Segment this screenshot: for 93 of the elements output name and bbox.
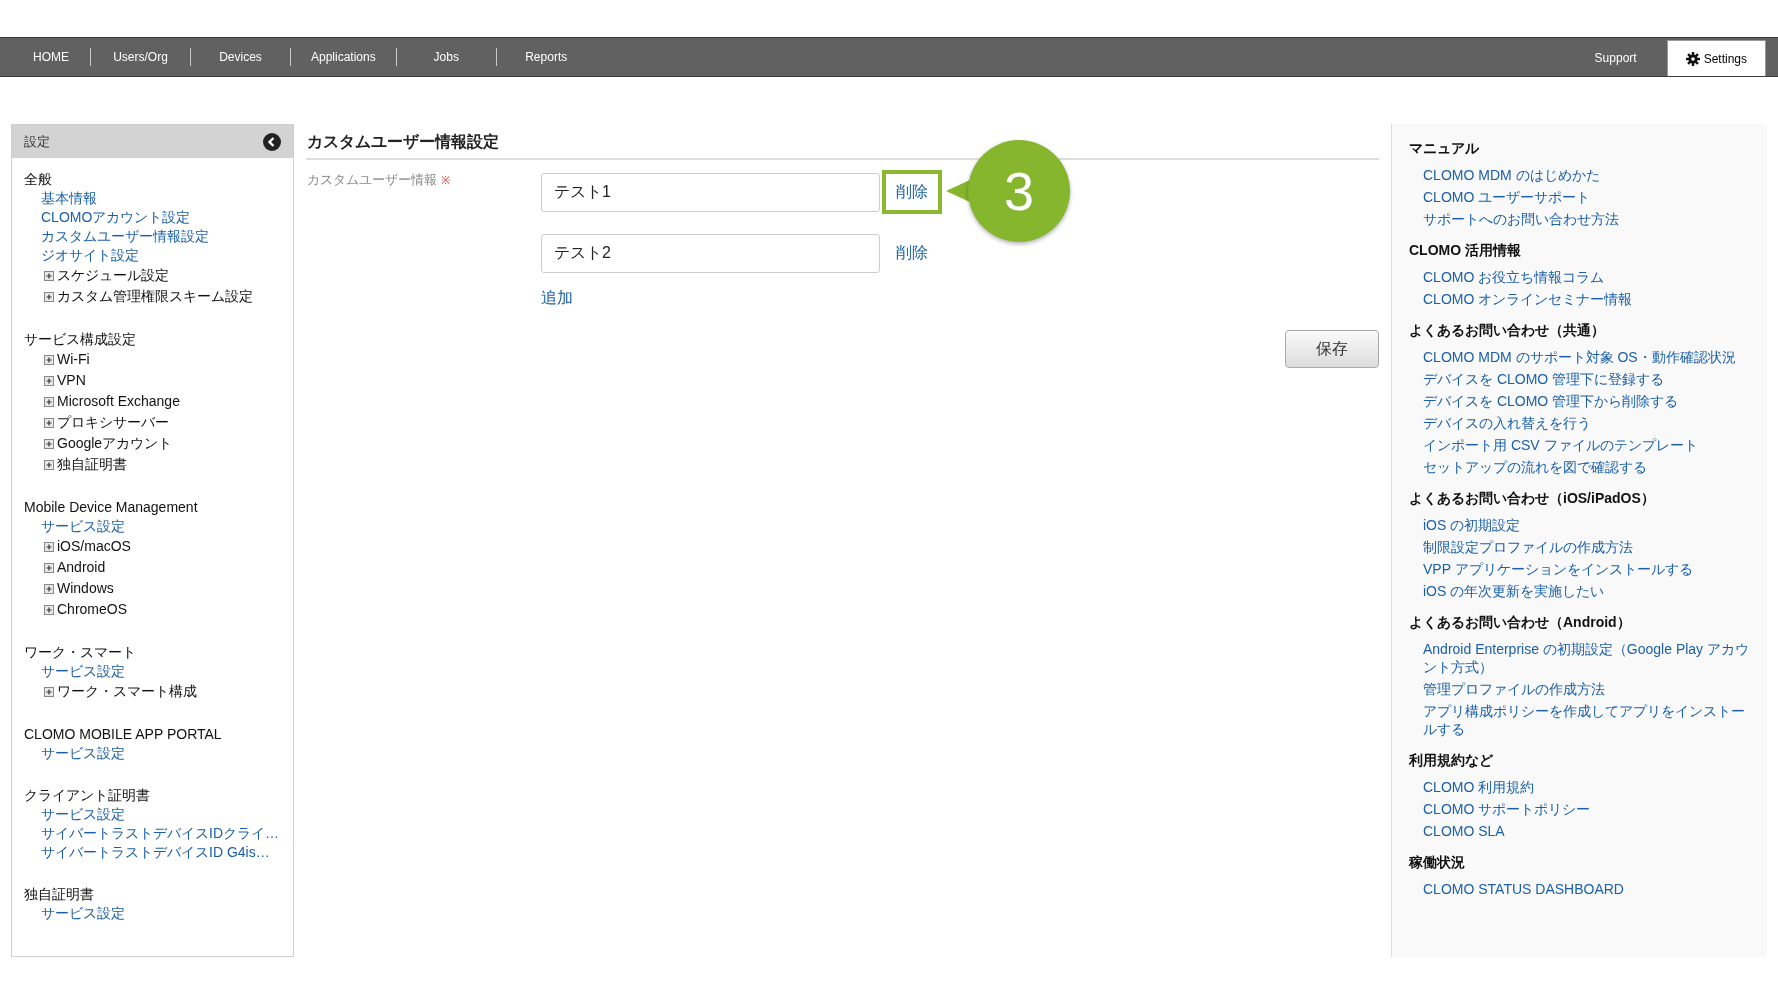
sidebar-item[interactable]: Windows [57,579,114,598]
delete-link[interactable]: 削除 [882,170,942,214]
sidebar-item[interactable]: スケジュール設定 [57,266,169,285]
field-label: カスタムユーザー情報 [307,172,437,187]
text-input[interactable]: テスト1 [541,172,880,212]
help-link[interactable]: CLOMO MDM のはじめかた [1423,166,1753,184]
expand-icon[interactable] [44,396,54,407]
expand-icon[interactable] [44,686,54,697]
nav-tab[interactable]: HOME [12,48,90,66]
help-link[interactable]: CLOMO オンラインセミナー情報 [1423,290,1753,308]
section-heading: 全般 [24,170,53,189]
help-link[interactable]: デバイスの入れ替えを行う [1423,414,1753,432]
expand-icon[interactable] [44,604,54,615]
expand-icon[interactable] [44,291,54,302]
section-heading: 利用規約など [1409,751,1494,770]
section-heading: サービス構成設定 [24,330,137,349]
sidebar-item[interactable]: VPN [57,371,86,390]
help-link[interactable]: CLOMO ユーザーサポート [1423,188,1753,206]
sidebar-item[interactable]: Googleアカウント [57,434,173,453]
section-heading: Mobile Device Management [24,498,199,517]
section-heading: マニュアル [1409,139,1480,158]
sidebar-item[interactable]: Wi-Fi [57,350,90,369]
section-heading: 稼働状況 [1409,853,1466,872]
section-heading: クライアント証明書 [24,786,151,805]
nav-tab[interactable]: Support [1576,40,1655,76]
sidebar-link[interactable]: サイバートラストデバイスIDクライ… [41,825,279,841]
nav-tab[interactable]: Devices [191,48,290,66]
section-heading: ワーク・スマート [24,643,137,662]
expand-icon[interactable] [44,583,54,594]
section-heading: よくあるお問い合わせ（共通） [1409,321,1606,340]
sidebar-link[interactable]: サービス設定 [41,663,125,679]
sidebar-link[interactable]: サイバートラストデバイスID G4is… [41,844,270,860]
sidebar-link[interactable]: CLOMOアカウント設定 [41,209,191,225]
nav-tab[interactable]: Settings [1666,40,1766,76]
help-link[interactable]: VPP アプリケーションをインストールする [1423,560,1753,578]
help-link[interactable]: CLOMO 利用規約 [1423,778,1753,796]
help-link[interactable]: CLOMO MDM のサポート対象 OS・動作確認状況 [1423,348,1753,366]
help-link[interactable]: セットアップの流れを図で確認する [1423,458,1753,476]
expand-icon[interactable] [44,417,54,428]
help-link[interactable]: インポート用 CSV ファイルのテンプレート [1423,436,1753,454]
sidebar-item[interactable]: iOS/macOS [57,537,131,556]
help-link[interactable]: CLOMO STATUS DASHBOARD [1423,880,1753,898]
sidebar-link[interactable]: 基本情報 [41,190,97,206]
sidebar-link[interactable]: サービス設定 [41,905,125,921]
text-input[interactable]: テスト2 [541,233,880,273]
sidebar-item[interactable]: Microsoft Exchange [57,392,180,411]
save-button[interactable]: 保存 [1285,330,1379,368]
settings-icon [1685,51,1700,66]
section-heading: よくあるお問い合わせ（Android） [1409,613,1632,632]
sidebar-item[interactable]: カスタム管理権限スキーム設定 [57,287,253,306]
expand-icon[interactable] [44,541,54,552]
sidebar-title: 設定 [24,132,50,151]
help-link[interactable]: iOS の初期設定 [1423,516,1753,534]
help-link[interactable]: CLOMO お役立ち情報コラム [1423,268,1753,286]
sidebar-item[interactable]: プロキシサーバー [57,413,169,432]
required-mark: ※ [440,174,450,186]
help-link[interactable]: デバイスを CLOMO 管理下に登録する [1423,370,1753,388]
help-link[interactable]: デバイスを CLOMO 管理下から削除する [1423,392,1753,410]
help-link[interactable]: 管理プロファイルの作成方法 [1423,680,1753,698]
help-link[interactable]: サポートへのお問い合わせ方法 [1423,210,1753,228]
help-link[interactable]: Android Enterprise の初期設定（Google Play アカウント方式） [1423,640,1753,676]
sidebar-link[interactable]: サービス設定 [41,745,125,761]
section-heading: 独自証明書 [24,885,95,904]
sidebar-link[interactable]: サービス設定 [41,518,125,534]
add-link[interactable]: 追加 [541,289,573,306]
section-heading: CLOMO MOBILE APP PORTAL [24,725,223,744]
expand-icon[interactable] [44,354,54,365]
sidebar-item[interactable]: ChromeOS [57,600,128,619]
sidebar-link[interactable]: ジオサイト設定 [41,247,139,263]
help-link[interactable]: 制限設定プロファイルの作成方法 [1423,538,1753,556]
sidebar-item[interactable]: ワーク・スマート構成 [57,682,197,701]
help-link[interactable]: CLOMO SLA [1423,822,1753,840]
help-link[interactable]: アプリ構成ポリシーを作成してアプリをインストールする [1423,702,1753,738]
section-heading: よくあるお問い合わせ（iOS/iPadOS） [1409,489,1656,508]
nav-tab[interactable]: Jobs [396,48,496,66]
help-link[interactable]: iOS の年次更新を実施したい [1423,582,1753,600]
section-heading: CLOMO 活用情報 [1409,241,1522,260]
expand-icon[interactable] [44,375,54,386]
expand-icon[interactable] [44,270,54,281]
help-link[interactable]: CLOMO サポートポリシー [1423,800,1753,818]
sidebar-link[interactable]: カスタムユーザー情報設定 [41,228,209,244]
expand-icon[interactable] [44,438,54,449]
sidebar-link[interactable]: サービス設定 [41,806,125,822]
delete-link[interactable]: 削除 [882,231,942,275]
nav-tab[interactable]: Applications [291,48,396,66]
collapse-icon[interactable] [263,132,281,151]
expand-icon[interactable] [44,562,54,573]
nav-tab[interactable]: Reports [496,48,596,66]
sidebar-item[interactable]: 独自証明書 [57,455,127,474]
page-title: カスタムユーザー情報設定 [307,133,499,150]
expand-icon[interactable] [44,459,54,470]
sidebar-item[interactable]: Android [57,558,106,577]
nav-tab[interactable]: Users/Org [91,48,190,66]
